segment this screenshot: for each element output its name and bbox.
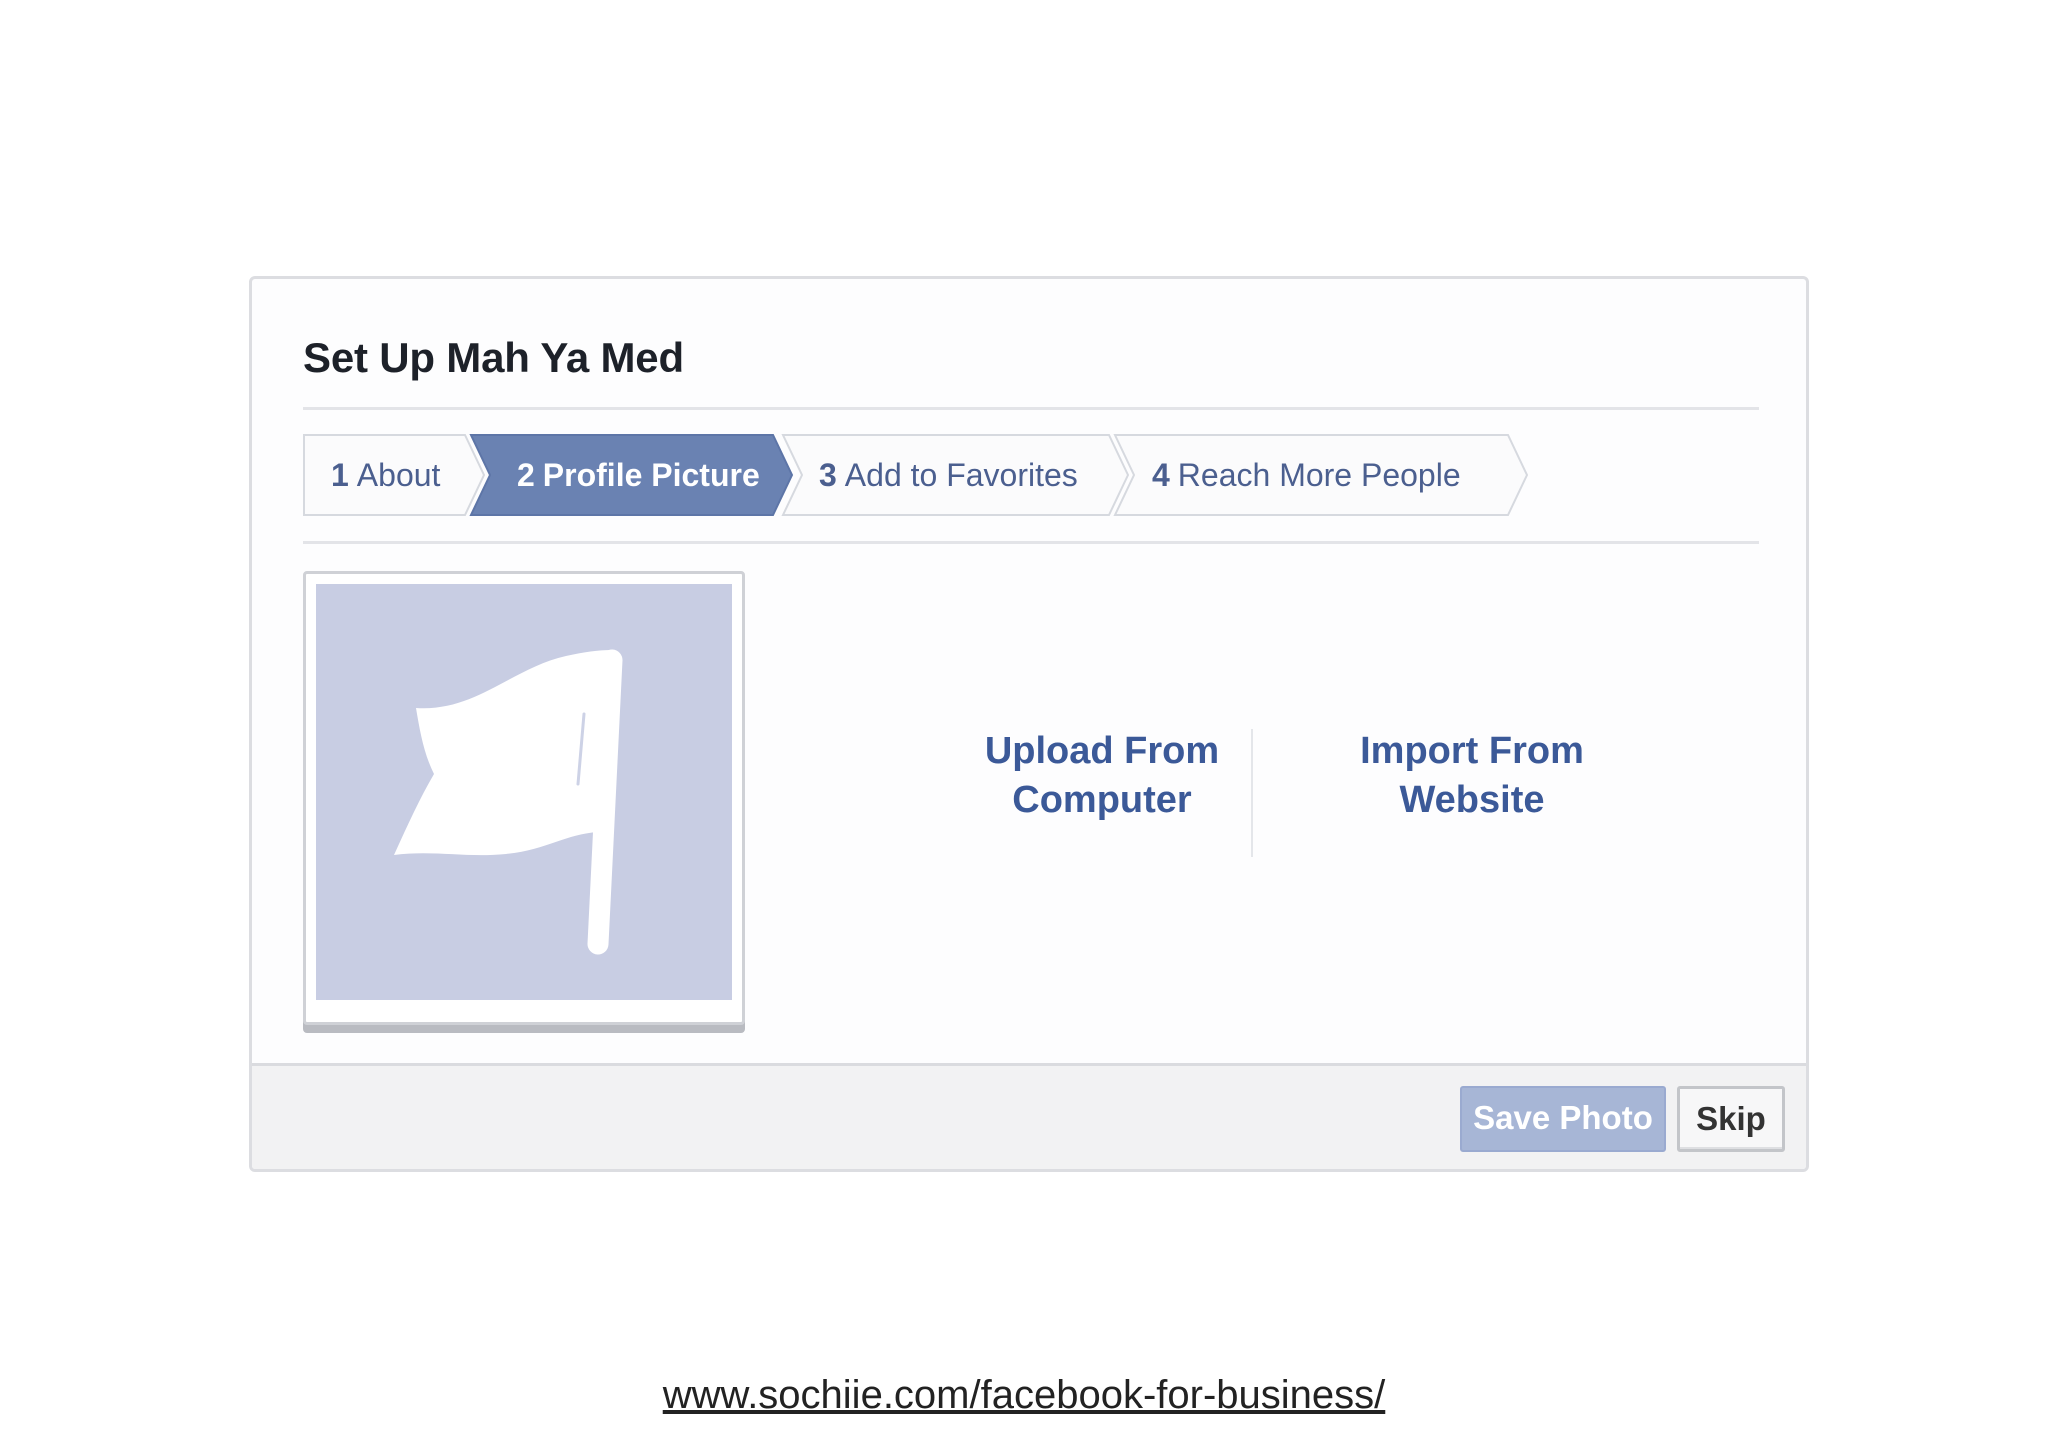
tab-reach-more-people[interactable]: 4 Reach More People xyxy=(1152,434,1461,516)
dialog-title: Set Up Mah Ya Med xyxy=(303,334,684,381)
title-divider xyxy=(303,407,1759,410)
flag-icon xyxy=(394,649,623,955)
tab-add-to-favorites-label: Add to Favorites xyxy=(844,457,1078,493)
tab-reach-more-people-label: Reach More People xyxy=(1177,457,1461,493)
setup-dialog: Set Up Mah Ya Med 1 About 2 Profile Pictur… xyxy=(249,276,1809,1172)
import-from-website-link[interactable]: Import From Website xyxy=(1272,727,1672,825)
tab-profile-picture-label: Profile Picture xyxy=(542,457,760,493)
tab-add-to-favorites-number: 3 xyxy=(819,457,837,493)
tab-about[interactable]: 1 About xyxy=(331,434,440,516)
step-tabs: 1 About 2 Profile Picture 3 Add to Favorite… xyxy=(303,434,1603,516)
tab-reach-more-people-number: 4 xyxy=(1152,457,1170,493)
upload-from-computer-link[interactable]: Upload From Computer xyxy=(912,727,1292,825)
tab-add-to-favorites[interactable]: 3 Add to Favorites xyxy=(819,434,1078,516)
dialog-footer: Save Photo Skip xyxy=(252,1063,1806,1169)
skip-button[interactable]: Skip xyxy=(1677,1086,1785,1152)
profile-picture-preview xyxy=(303,571,745,1025)
save-photo-button[interactable]: Save Photo xyxy=(1460,1086,1666,1152)
tab-about-number: 1 xyxy=(331,457,349,493)
source-url-link[interactable]: www.sochiie.com/facebook-for-business/ xyxy=(0,1373,2048,1418)
tab-about-label: About xyxy=(356,457,441,493)
options-divider xyxy=(1251,729,1253,857)
tab-profile-picture-number: 2 xyxy=(517,457,535,493)
profile-picture-placeholder xyxy=(316,584,732,1000)
steps-divider xyxy=(303,541,1759,544)
tab-profile-picture[interactable]: 2 Profile Picture xyxy=(517,434,760,516)
